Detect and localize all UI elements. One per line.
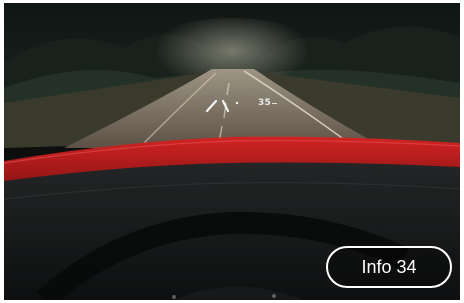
info-button[interactable]: Info 34 <box>326 246 452 288</box>
info-button-label: Info 34 <box>361 256 417 277</box>
hud-speed-readout: 35 <box>258 98 271 108</box>
hud-overlay: 35 <box>200 98 290 113</box>
hud-speed-unit-mark <box>272 103 277 104</box>
hud-photo-frame: 35 Info 34 <box>4 3 460 300</box>
